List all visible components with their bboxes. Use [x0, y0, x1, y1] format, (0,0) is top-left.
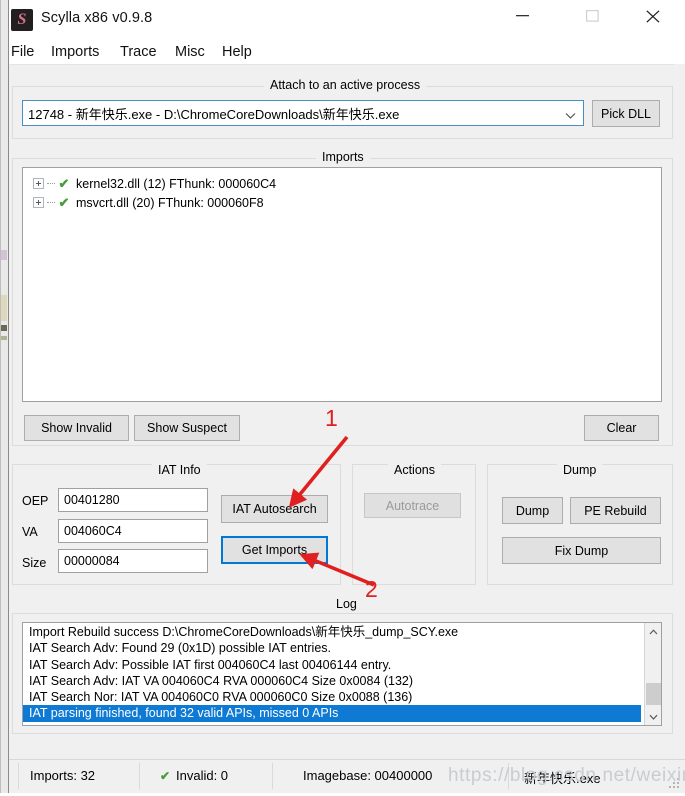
- dump-group-title: Dump: [557, 463, 603, 477]
- tree-connector: [47, 201, 55, 204]
- minimize-icon: [516, 15, 529, 17]
- status-divider: [508, 763, 509, 789]
- list-item[interactable]: Import Rebuild success D:\ChromeCoreDown…: [23, 624, 641, 640]
- log-scrollbar[interactable]: [644, 623, 661, 725]
- check-icon: ✔: [58, 195, 70, 210]
- menu-item-file[interactable]: File: [8, 43, 37, 61]
- menubar-divider: [10, 64, 675, 65]
- imports-tree[interactable]: ✔ kernel32.dll (12) FThunk: 000060C4 ✔ m…: [22, 167, 662, 402]
- process-select-value: 12748 - 新年快乐.exe - D:\ChromeCoreDownload…: [28, 106, 400, 122]
- log-list[interactable]: Import Rebuild success D:\ChromeCoreDown…: [22, 622, 662, 726]
- clear-button[interactable]: Clear: [584, 415, 659, 441]
- minimize-button[interactable]: [500, 0, 546, 31]
- scylla-main-window: S Scylla x86 v0.9.8 File Imports Trace M…: [0, 0, 685, 793]
- status-divider: [18, 763, 19, 789]
- app-icon-glyph: S: [17, 11, 27, 28]
- size-label: Size: [22, 556, 47, 570]
- list-item[interactable]: IAT Search Adv: Found 29 (0x1D) possible…: [23, 640, 641, 656]
- process-select[interactable]: 12748 - 新年快乐.exe - D:\ChromeCoreDownload…: [22, 100, 584, 126]
- status-bar: Imports: 32 ✔ Invalid: 0 Imagebase: 0040…: [0, 759, 685, 793]
- chevron-up-icon[interactable]: [645, 623, 661, 640]
- chevron-down-icon[interactable]: [645, 708, 661, 725]
- status-imports: Imports: 32: [30, 768, 96, 783]
- check-icon: ✔: [58, 176, 70, 191]
- pe-rebuild-button[interactable]: PE Rebuild: [570, 497, 661, 524]
- table-row[interactable]: ✔ msvcrt.dll (20) FThunk: 000060F8: [23, 193, 661, 212]
- close-icon: [646, 10, 660, 23]
- capture-edge-artifact: [0, 0, 9, 793]
- menu-item-help[interactable]: Help: [219, 43, 255, 61]
- list-item[interactable]: IAT Search Adv: IAT VA 004060C4 RVA 0000…: [23, 673, 641, 689]
- log-group-title: Log: [330, 597, 363, 611]
- menu-item-misc[interactable]: Misc: [172, 43, 208, 61]
- va-field[interactable]: 004060C4: [58, 519, 208, 543]
- show-suspect-button[interactable]: Show Suspect: [134, 415, 240, 441]
- resize-grip-icon[interactable]: [669, 778, 681, 790]
- close-button[interactable]: [630, 0, 676, 31]
- va-label: VA: [22, 525, 38, 539]
- import-module-label: kernel32.dll (12) FThunk: 000060C4: [76, 176, 277, 191]
- fix-dump-button[interactable]: Fix Dump: [502, 537, 661, 564]
- expand-plus-icon[interactable]: [33, 178, 44, 189]
- autotrace-button: Autotrace: [364, 493, 461, 518]
- iat-autosearch-button[interactable]: IAT Autosearch: [221, 495, 328, 523]
- scrollbar-thumb[interactable]: [646, 683, 661, 705]
- status-divider: [272, 763, 273, 789]
- dump-button[interactable]: Dump: [502, 497, 563, 524]
- status-filename: 新年快乐.exe: [524, 771, 601, 786]
- size-field[interactable]: 00000084: [58, 549, 208, 573]
- menu-item-imports[interactable]: Imports: [48, 43, 102, 61]
- window-title: Scylla x86 v0.9.8: [41, 10, 153, 26]
- list-item[interactable]: IAT Search Adv: Possible IAT first 00406…: [23, 657, 641, 673]
- maximize-button[interactable]: [570, 0, 616, 31]
- tree-connector: [47, 182, 55, 185]
- scylla-app-icon: S: [11, 9, 33, 31]
- oep-field[interactable]: 00401280: [58, 488, 208, 512]
- list-item-selected[interactable]: IAT parsing finished, found 32 valid API…: [23, 705, 641, 722]
- get-imports-button[interactable]: Get Imports: [221, 536, 328, 564]
- actions-group: [352, 464, 476, 585]
- expand-plus-icon[interactable]: [33, 197, 44, 208]
- maximize-icon: [586, 10, 599, 22]
- oep-label: OEP: [22, 494, 49, 508]
- table-row[interactable]: ✔ kernel32.dll (12) FThunk: 000060C4: [23, 174, 661, 193]
- check-icon: ✔: [160, 769, 171, 783]
- title-bar: S Scylla x86 v0.9.8: [0, 0, 685, 41]
- dump-group: [487, 464, 673, 585]
- attach-group-title: Attach to an active process: [264, 78, 427, 92]
- imports-group-title: Imports: [316, 150, 370, 164]
- status-invalid: Invalid: 0: [176, 768, 229, 783]
- chevron-down-icon: [565, 109, 576, 123]
- pick-dll-button[interactable]: Pick DLL: [592, 100, 660, 127]
- list-item[interactable]: IAT Search Nor: IAT VA 004060C0 RVA 0000…: [23, 689, 641, 705]
- menu-item-trace[interactable]: Trace: [117, 43, 160, 61]
- iat-info-group-title: IAT Info: [152, 463, 207, 477]
- status-imagebase: Imagebase: 00400000: [303, 768, 433, 783]
- menu-bar: File Imports Trace Misc Help: [0, 40, 685, 64]
- import-module-label: msvcrt.dll (20) FThunk: 000060F8: [76, 195, 264, 210]
- actions-group-title: Actions: [388, 463, 441, 477]
- show-invalid-button[interactable]: Show Invalid: [24, 415, 129, 441]
- status-divider: [139, 763, 140, 789]
